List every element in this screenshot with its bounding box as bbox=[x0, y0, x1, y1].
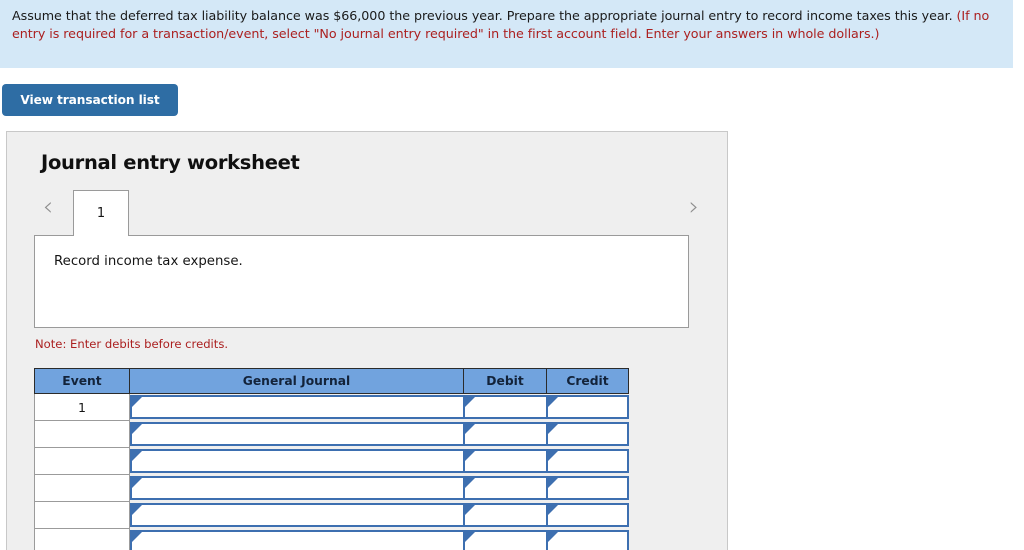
instruction-text: Assume that the deferred tax liability b… bbox=[12, 7, 1003, 42]
credit-cell[interactable] bbox=[546, 447, 629, 475]
dropdown-triangle-icon bbox=[547, 424, 558, 434]
debit-cell[interactable] bbox=[463, 501, 547, 529]
column-header-credit: Credit bbox=[546, 368, 629, 394]
credit-cell[interactable] bbox=[546, 501, 629, 529]
transaction-prompt-text: Record income tax expense. bbox=[54, 254, 243, 269]
dropdown-triangle-icon bbox=[132, 532, 142, 542]
dropdown-triangle-icon bbox=[547, 451, 558, 461]
dropdown-triangle-icon bbox=[464, 505, 475, 515]
event-number-cell bbox=[34, 474, 130, 502]
chevron-left-icon[interactable]: ‹ bbox=[37, 194, 59, 220]
event-number-cell bbox=[34, 447, 130, 475]
account-select-1[interactable] bbox=[130, 395, 464, 420]
column-header-general-journal: General Journal bbox=[129, 368, 464, 394]
credit-input-1[interactable] bbox=[546, 395, 629, 420]
table-row bbox=[34, 420, 629, 448]
credit-input-2[interactable] bbox=[546, 422, 629, 446]
dropdown-triangle-icon bbox=[464, 424, 475, 434]
table-row: 1 bbox=[34, 393, 629, 421]
general-journal-cell[interactable] bbox=[129, 420, 464, 448]
debit-input-5[interactable] bbox=[463, 503, 547, 527]
general-journal-cell[interactable] bbox=[129, 393, 464, 421]
page-root: Assume that the deferred tax liability b… bbox=[0, 0, 1024, 550]
credit-input-6[interactable] bbox=[546, 530, 629, 550]
dropdown-triangle-icon bbox=[464, 478, 475, 488]
journal-entry-worksheet-panel: Journal entry worksheet ‹ › 1 Record inc… bbox=[6, 131, 728, 550]
page-title: Journal entry worksheet bbox=[41, 151, 300, 174]
debit-cell[interactable] bbox=[463, 528, 547, 550]
table-header-row: Event General Journal Debit Credit bbox=[34, 368, 629, 394]
credit-input-3[interactable] bbox=[546, 449, 629, 473]
dropdown-triangle-icon bbox=[547, 478, 558, 488]
debit-cell[interactable] bbox=[463, 447, 547, 475]
debit-input-4[interactable] bbox=[463, 476, 547, 500]
account-select-5[interactable] bbox=[130, 503, 464, 527]
credit-input-5[interactable] bbox=[546, 503, 629, 527]
debit-input-3[interactable] bbox=[463, 449, 547, 473]
dropdown-triangle-icon bbox=[464, 532, 475, 542]
event-number-cell bbox=[34, 501, 130, 529]
debit-cell[interactable] bbox=[463, 393, 547, 421]
credit-cell[interactable] bbox=[546, 393, 629, 421]
dropdown-triangle-icon bbox=[547, 532, 558, 542]
dropdown-triangle-icon bbox=[132, 397, 142, 408]
debit-cell[interactable] bbox=[463, 420, 547, 448]
event-number-cell: 1 bbox=[34, 393, 130, 421]
tab-entry-1[interactable]: 1 bbox=[73, 190, 129, 236]
column-header-debit: Debit bbox=[463, 368, 547, 394]
credit-cell[interactable] bbox=[546, 474, 629, 502]
debit-input-2[interactable] bbox=[463, 422, 547, 446]
table-row bbox=[34, 474, 629, 502]
dropdown-triangle-icon bbox=[132, 505, 142, 515]
dropdown-triangle-icon bbox=[464, 451, 475, 461]
instruction-banner: Assume that the deferred tax liability b… bbox=[0, 0, 1013, 68]
transaction-prompt-box: Record income tax expense. bbox=[34, 235, 689, 328]
debit-input-1[interactable] bbox=[463, 395, 547, 420]
dropdown-triangle-icon bbox=[464, 397, 475, 408]
account-select-3[interactable] bbox=[130, 449, 464, 473]
account-select-2[interactable] bbox=[130, 422, 464, 446]
table-row bbox=[34, 447, 629, 475]
general-journal-cell[interactable] bbox=[129, 447, 464, 475]
chevron-right-icon[interactable]: › bbox=[683, 194, 705, 220]
view-transaction-list-button[interactable]: View transaction list bbox=[2, 84, 178, 116]
credit-cell[interactable] bbox=[546, 528, 629, 550]
account-select-4[interactable] bbox=[130, 476, 464, 500]
event-number-cell bbox=[34, 420, 130, 448]
debit-cell[interactable] bbox=[463, 474, 547, 502]
dropdown-triangle-icon bbox=[132, 451, 142, 461]
event-number-cell bbox=[34, 528, 130, 550]
dropdown-triangle-icon bbox=[547, 505, 558, 515]
credit-input-4[interactable] bbox=[546, 476, 629, 500]
debits-before-credits-note: Note: Enter debits before credits. bbox=[35, 337, 229, 351]
general-journal-cell[interactable] bbox=[129, 501, 464, 529]
instruction-text-primary: Assume that the deferred tax liability b… bbox=[12, 8, 957, 23]
dropdown-triangle-icon bbox=[547, 397, 558, 408]
general-journal-cell[interactable] bbox=[129, 528, 464, 550]
journal-entry-table: Event General Journal Debit Credit 1 bbox=[34, 368, 629, 550]
dropdown-triangle-icon bbox=[132, 424, 142, 434]
general-journal-cell[interactable] bbox=[129, 474, 464, 502]
account-select-6[interactable] bbox=[130, 530, 464, 550]
column-header-event: Event bbox=[34, 368, 130, 394]
debit-input-6[interactable] bbox=[463, 530, 547, 550]
table-row bbox=[34, 501, 629, 529]
table-row bbox=[34, 528, 629, 550]
credit-cell[interactable] bbox=[546, 420, 629, 448]
dropdown-triangle-icon bbox=[132, 478, 142, 488]
